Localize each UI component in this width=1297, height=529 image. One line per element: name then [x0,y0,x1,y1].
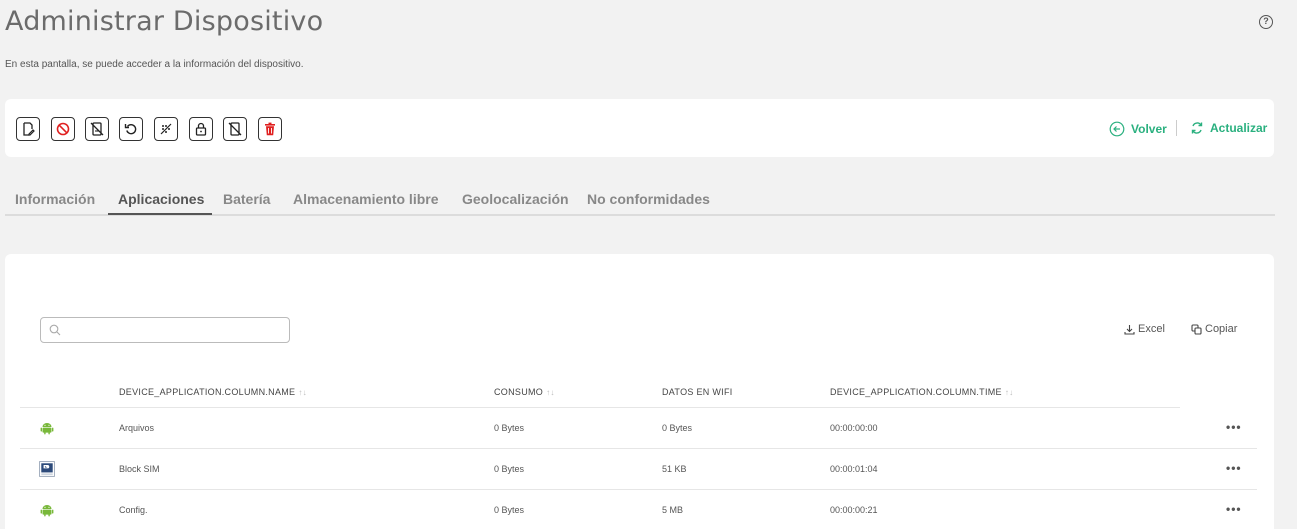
reboot-button[interactable] [119,117,143,141]
more-horizontal-icon[interactable]: ••• [1226,461,1242,475]
android-icon [40,505,54,517]
app-consumo: 0 Bytes [494,464,525,474]
back-button[interactable]: Volver [1109,121,1167,137]
block-icon [56,122,70,136]
page-title: Administrar Dispositivo [5,6,324,37]
block-button[interactable] [51,117,75,141]
app-name: Config. [119,505,148,515]
clear-passcode-button[interactable] [154,117,178,141]
table-row[interactable]: Arquivos 0 Bytes 0 Bytes 00:00:00:00 ••• [20,408,1257,449]
column-header-wifi: DATOS EN WIFI [662,387,733,397]
table-row[interactable]: Block SIM 0 Bytes 51 KB 00:00:01:04 ••• [20,449,1257,490]
column-header-consumo-label: CONSUMO [494,387,544,397]
lock-icon [195,122,207,136]
table-row[interactable]: Config. 0 Bytes 5 MB 00:00:00:21 ••• [20,490,1257,529]
more-horizontal-icon[interactable]: ••• [1226,502,1242,516]
download-icon [1124,324,1135,335]
tab-aplicaciones[interactable]: Aplicaciones [118,191,204,207]
column-header-name-label: DEVICE_APPLICATION.COLUMN.NAME [119,387,296,397]
app-consumo: 0 Bytes [494,505,525,515]
applications-card: Excel Copiar DEVICE_APPLICATION.COLUMN.N… [5,254,1274,529]
search-input[interactable] [40,317,290,343]
sort-icon: ↑↓ [546,388,555,397]
app-time: 00:00:01:04 [830,464,878,474]
tab-informacion[interactable]: Información [15,191,95,207]
app-name: Arquivos [119,423,155,433]
app-wifi: 51 KB [662,464,687,474]
tab-bar: Información Aplicaciones Batería Almacen… [5,183,1275,216]
tab-almacenamiento[interactable]: Almacenamiento libre [293,191,439,207]
app-name: Block SIM [119,464,160,474]
refresh-icon [1191,122,1203,134]
blocksim-app-icon [39,461,55,477]
export-excel-button[interactable]: Excel [1124,323,1165,335]
wipe-device-icon [90,122,104,136]
column-header-name[interactable]: DEVICE_APPLICATION.COLUMN.NAME ↑↓ [119,387,307,397]
edit-document-icon [23,122,35,136]
app-time: 00:00:00:00 [830,423,878,433]
app-wifi: 0 Bytes [662,423,693,433]
more-horizontal-icon[interactable]: ••• [1226,420,1242,434]
sort-icon: ↑↓ [298,388,307,397]
copy-icon [1191,323,1202,335]
column-header-consumo[interactable]: CONSUMO ↑↓ [494,387,555,397]
delete-icon [265,122,275,136]
android-icon [40,423,54,435]
sort-icon: ↑↓ [1004,388,1014,397]
disable-device-icon [228,122,242,136]
refresh-button[interactable]: Actualizar [1190,121,1267,135]
tab-geolocalizacion[interactable]: Geolocalización [462,191,569,207]
app-wifi: 5 MB [662,505,684,515]
back-label: Volver [1131,122,1167,136]
app-consumo: 0 Bytes [494,423,525,433]
action-toolbar: Volver Actualizar [5,99,1274,157]
tab-no-conformidades[interactable]: No conformidades [587,191,710,207]
search-icon [49,324,61,336]
edit-device-button[interactable] [16,117,40,141]
column-header-wifi-label: DATOS EN WIFI [662,387,733,397]
export-excel-label: Excel [1138,323,1165,335]
column-header-time[interactable]: DEVICE_APPLICATION.COLUMN.TIME ↑↓ [830,387,1013,397]
app-time: 00:00:00:21 [830,505,878,515]
arrow-left-circle-icon [1109,121,1125,137]
tab-bateria[interactable]: Batería [223,191,270,207]
delete-device-button[interactable] [258,117,282,141]
clear-passcode-icon [160,123,172,135]
disable-device-button[interactable] [223,117,247,141]
column-header-time-label: DEVICE_APPLICATION.COLUMN.TIME [830,387,1002,397]
wipe-device-button[interactable] [85,117,109,141]
lock-button[interactable] [189,117,213,141]
page-subtitle: En esta pantalla, se puede acceder a la … [5,59,304,70]
active-tab-indicator [108,213,212,215]
help-icon[interactable]: ? [1259,15,1273,29]
toolbar-separator [1176,120,1177,136]
copy-button[interactable]: Copiar [1191,323,1237,335]
refresh-label: Actualizar [1210,121,1268,135]
copy-label: Copiar [1205,323,1238,335]
reboot-icon [124,124,137,135]
